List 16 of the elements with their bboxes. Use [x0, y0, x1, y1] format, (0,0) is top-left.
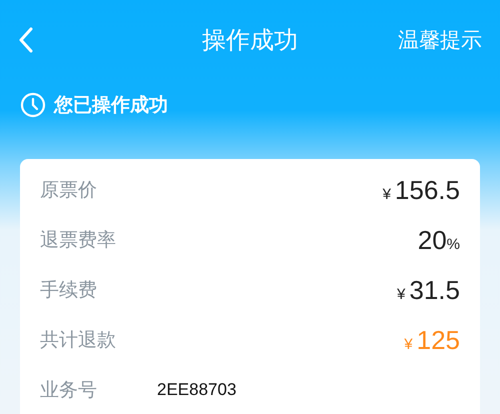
amount-value: ¥31.5: [397, 274, 460, 306]
amount-value: ¥156.5: [382, 174, 460, 206]
page-title: 操作成功: [202, 25, 298, 56]
row-label: 共计退款: [40, 328, 116, 353]
amount-value: 20%: [418, 224, 460, 256]
back-icon: [18, 27, 34, 53]
row-label: 手续费: [40, 278, 97, 303]
tips-link[interactable]: 温馨提示: [398, 26, 482, 54]
back-button[interactable]: [18, 27, 34, 53]
row-label: 原票价: [40, 178, 97, 203]
clock-icon: [20, 92, 46, 118]
business-number: 2EE88703: [157, 380, 236, 400]
row-label: 退票费率: [40, 228, 116, 253]
status-message: 您已操作成功: [54, 93, 168, 118]
amount-value: ¥125: [404, 324, 460, 356]
row-label: 业务号: [40, 378, 97, 403]
